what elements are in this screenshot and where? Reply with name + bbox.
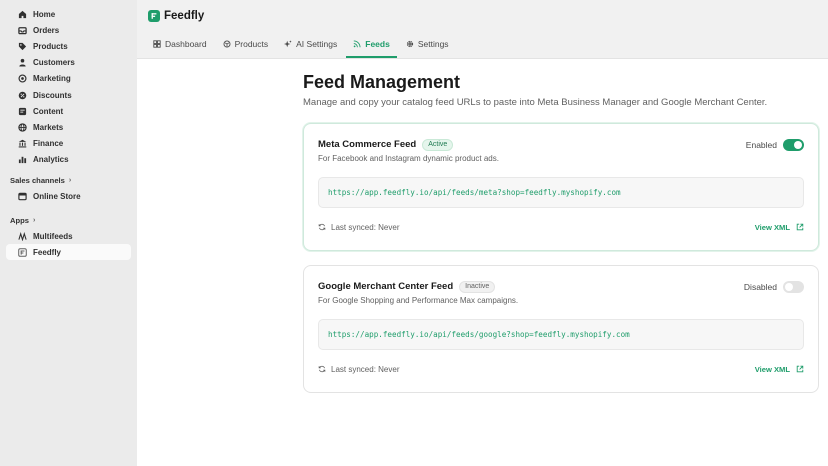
sales-channels-header[interactable]: Sales channels › (0, 173, 137, 189)
sidebar-item-home[interactable]: Home (6, 6, 131, 22)
refresh-icon (318, 365, 326, 373)
tab-label: Feeds (365, 39, 390, 49)
page-header: Feed Management Manage and copy your cat… (303, 72, 820, 108)
inbox-icon (18, 26, 27, 35)
chevron-right-icon: › (68, 177, 72, 185)
sidebar-item-label: Multifeeds (33, 231, 73, 241)
sidebar-item-marketing[interactable]: Marketing (6, 71, 131, 87)
person-icon (18, 58, 27, 67)
toggle-knob (794, 140, 802, 149)
view-xml-link[interactable]: View XML (755, 223, 804, 232)
tag-icon (18, 42, 27, 51)
sidebar: Home Orders Products Customers Marketing… (0, 0, 137, 466)
globe-icon (18, 123, 27, 132)
toggle-label: Enabled (745, 139, 777, 150)
product-icon (223, 40, 231, 48)
feed-card-google: Google Merchant Center Feed Inactive Dis… (303, 265, 819, 393)
sidebar-item-label: Products (33, 41, 68, 51)
tab-label: Settings (417, 39, 449, 49)
external-link-icon (796, 365, 804, 373)
tab-dashboard[interactable]: Dashboard (146, 32, 214, 58)
sidebar-item-label: Marketing (33, 74, 71, 84)
sidebar-item-products[interactable]: Products (6, 38, 131, 54)
sparkle-icon (284, 40, 292, 48)
sidebar-item-feedfly[interactable]: Feedfly (6, 244, 131, 261)
chevron-right-icon: › (32, 216, 36, 224)
sidebar-item-multifeeds[interactable]: Multifeeds (6, 228, 131, 244)
feed-enabled-toggle[interactable] (783, 138, 804, 151)
sidebar-item-label: Discounts (33, 90, 72, 100)
feed-description: For Facebook and Instagram dynamic produ… (318, 154, 499, 163)
sidebar-item-content[interactable]: Content (6, 103, 131, 119)
rss-icon (353, 40, 361, 48)
bar-chart-icon (18, 155, 27, 164)
feedfly-app-icon (18, 248, 27, 257)
feedfly-logo-icon (148, 10, 160, 22)
tab-settings[interactable]: Settings (399, 32, 456, 58)
home-icon (18, 10, 27, 19)
sidebar-item-customers[interactable]: Customers (6, 55, 131, 71)
multifeeds-app-icon (18, 231, 27, 241)
sync-text: Last synced: Never (331, 364, 400, 374)
toggle-knob (785, 282, 793, 291)
main-area: Feedfly Dashboard Products AI Settings F… (137, 0, 828, 466)
sidebar-item-label: Finance (33, 139, 64, 149)
status-badge: Inactive (459, 280, 496, 293)
sidebar-item-discounts[interactable]: Discounts (6, 87, 131, 103)
refresh-icon (318, 223, 326, 231)
tab-bar: Dashboard Products AI Settings Feeds Set… (137, 32, 828, 59)
tab-products[interactable]: Products (216, 32, 276, 58)
feed-title-text: Google Merchant Center Feed (318, 281, 454, 292)
target-icon (18, 74, 27, 83)
sidebar-item-analytics[interactable]: Analytics (6, 152, 131, 168)
app-header: Feedfly (137, 0, 828, 32)
feed-enabled-toggle[interactable] (783, 280, 804, 293)
gear-icon (406, 40, 414, 48)
sidebar-item-label: Online Store (33, 192, 81, 202)
bank-icon (18, 139, 27, 148)
view-xml-label: View XML (754, 222, 790, 232)
sidebar-item-label: Feedfly (33, 247, 62, 257)
feed-url-field[interactable]: https://app.feedfly.io/api/feeds/meta?sh… (318, 177, 804, 208)
toggle-label: Disabled (743, 281, 777, 292)
store-icon (18, 192, 27, 201)
view-xml-link[interactable]: View XML (755, 365, 804, 374)
feed-url-field[interactable]: https://app.feedfly.io/api/feeds/google?… (318, 319, 804, 350)
content-icon (18, 107, 27, 116)
sidebar-item-label: Content (33, 106, 64, 116)
sidebar-item-orders[interactable]: Orders (6, 22, 131, 38)
page-title: Feed Management (303, 72, 461, 92)
sidebar-item-online-store[interactable]: Online Store (6, 189, 131, 205)
sidebar-item-label: Customers (33, 58, 75, 68)
sidebar-item-label: Markets (33, 122, 64, 132)
sidebar-item-markets[interactable]: Markets (6, 119, 131, 135)
status-badge: Active (422, 138, 454, 151)
tab-ai-settings[interactable]: AI Settings (277, 32, 344, 58)
dashboard-icon (153, 40, 161, 48)
tab-label: Products (234, 39, 269, 49)
sidebar-item-label: Analytics (33, 155, 69, 165)
feed-title: Meta Commerce Feed Active (318, 138, 454, 151)
sync-status: Last synced: Never (318, 365, 399, 374)
view-xml-label: View XML (754, 364, 790, 374)
page-subtitle: Manage and copy your catalog feed URLs t… (303, 97, 768, 108)
discount-icon (18, 91, 27, 100)
sales-channels-label: Sales channels (10, 176, 65, 186)
tab-feeds[interactable]: Feeds (346, 32, 397, 58)
tab-label: AI Settings (296, 39, 338, 49)
sidebar-item-finance[interactable]: Finance (6, 136, 131, 152)
feed-description: For Google Shopping and Performance Max … (318, 296, 519, 305)
apps-label: Apps (10, 215, 29, 225)
sidebar-item-label: Orders (33, 25, 60, 35)
sync-text: Last synced: Never (331, 222, 400, 232)
feed-title-text: Meta Commerce Feed (318, 139, 417, 150)
sidebar-item-label: Home (33, 9, 56, 19)
external-link-icon (796, 223, 804, 231)
app-title: Feedfly (164, 10, 205, 22)
sync-status: Last synced: Never (318, 223, 399, 232)
tab-label: Dashboard (165, 39, 207, 49)
feed-card-meta: Meta Commerce Feed Active Enabled For Fa… (303, 123, 819, 251)
feed-title: Google Merchant Center Feed Inactive (318, 280, 496, 293)
apps-header[interactable]: Apps › (0, 212, 137, 228)
